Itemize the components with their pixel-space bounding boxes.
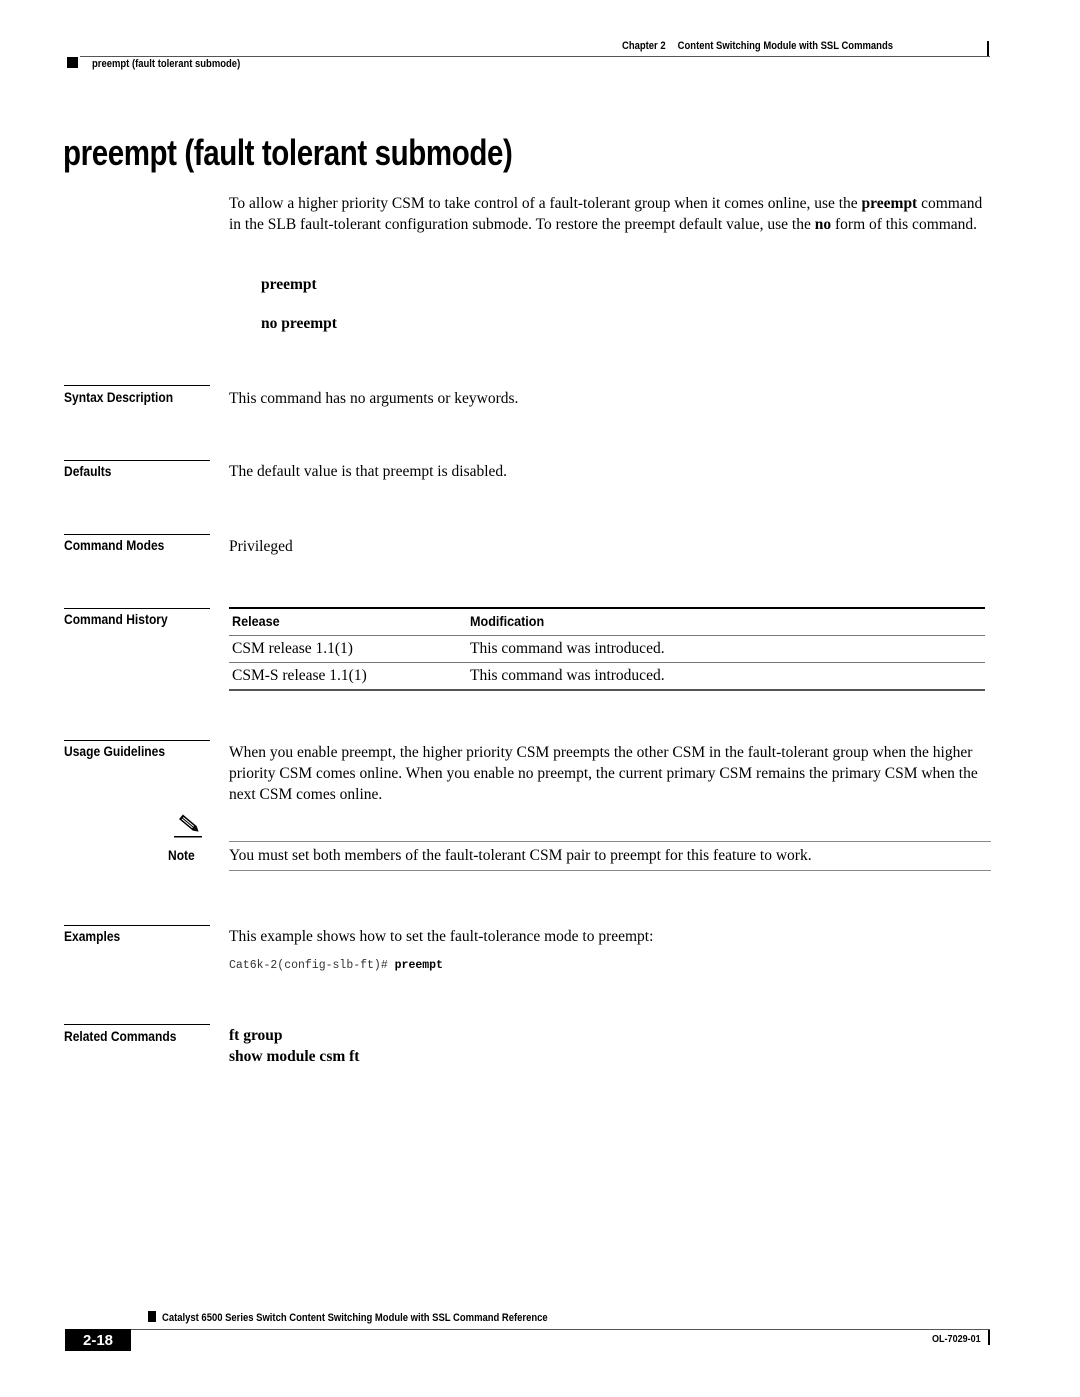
header-rule	[80, 56, 990, 57]
footer-marker	[148, 1311, 156, 1322]
section-rule	[64, 608, 210, 609]
modification-cell: This command was introduced.	[470, 667, 665, 684]
related-command-link[interactable]: ft group	[229, 1027, 283, 1045]
modification-cell: This command was introduced.	[470, 640, 665, 657]
section-rule	[64, 740, 210, 741]
example-code: Cat6k-2(config-slb-ft)# preempt	[229, 959, 443, 972]
note-top-rule	[229, 841, 991, 842]
header-section: preempt (fault tolerant submode)	[92, 58, 241, 70]
code-command: preempt	[394, 959, 443, 972]
section-rule	[64, 925, 210, 926]
defaults-heading: Defaults	[64, 463, 112, 479]
command-history-heading: Command History	[64, 611, 168, 627]
usage-guidelines-text: When you enable preempt, the higher prio…	[229, 744, 978, 803]
code-prompt: Cat6k-2(config-slb-ft)#	[229, 959, 395, 972]
page-title: preempt (fault tolerant submode)	[63, 132, 513, 173]
document-id: OL-7029-01	[932, 1333, 981, 1345]
intro-keyword-no: no	[814, 216, 832, 233]
header-chapter: Chapter 2 Content Switching Module with S…	[622, 40, 893, 52]
section-rule	[64, 534, 210, 535]
related-command-link[interactable]: show module csm ft	[229, 1048, 359, 1066]
footer-book-title: Catalyst 6500 Series Switch Content Swit…	[162, 1312, 548, 1324]
intro-text: form of this command.	[831, 216, 978, 233]
release-cell: CSM release 1.1(1)	[232, 640, 353, 657]
usage-guidelines-heading: Usage Guidelines	[64, 743, 166, 759]
section-rule	[64, 460, 210, 461]
examples-heading: Examples	[64, 928, 121, 944]
section-rule	[64, 1024, 210, 1025]
intro-paragraph: To allow a higher priority CSM to take c…	[229, 193, 989, 235]
note-label: Note	[168, 847, 195, 863]
header-bar	[987, 41, 989, 56]
header-marker	[67, 57, 78, 68]
table-header-row: Release Modification	[229, 609, 985, 636]
intro-keyword-preempt: preempt	[861, 195, 918, 212]
defaults-text: The default value is that preempt is dis…	[229, 463, 508, 480]
table-row: CSM-S release 1.1(1) This command was in…	[229, 663, 985, 691]
table-row: CSM release 1.1(1) This command was intr…	[229, 636, 985, 663]
footer-bar	[988, 1330, 990, 1345]
command-modes-text: Privileged	[229, 538, 293, 555]
command-history-table: Release Modification CSM release 1.1(1) …	[229, 607, 985, 691]
pencil-icon	[174, 814, 202, 838]
command-modes-heading: Command Modes	[64, 537, 165, 553]
footer-rule	[130, 1329, 990, 1330]
intro-text: To allow a higher priority CSM to take c…	[229, 195, 862, 212]
syntax-description-heading: Syntax Description	[64, 389, 174, 405]
syntax-line: preempt	[261, 276, 317, 293]
column-header-release: Release	[232, 613, 280, 629]
chapter-title: Content Switching Module with SSL Comman…	[677, 40, 893, 52]
note-text: You must set both members of the fault-t…	[229, 847, 812, 864]
release-cell: CSM-S release 1.1(1)	[232, 667, 367, 684]
syntax-line: no preempt	[261, 315, 337, 332]
related-commands-heading: Related Commands	[64, 1028, 177, 1044]
section-rule	[64, 385, 210, 386]
chapter-label: Chapter 2	[622, 40, 666, 52]
syntax-description-text: This command has no arguments or keyword…	[229, 390, 519, 407]
page-number: 2-18	[65, 1329, 131, 1351]
note-bottom-rule	[229, 870, 991, 871]
examples-text: This example shows how to set the fault-…	[229, 928, 654, 945]
column-header-modification: Modification	[470, 613, 545, 629]
